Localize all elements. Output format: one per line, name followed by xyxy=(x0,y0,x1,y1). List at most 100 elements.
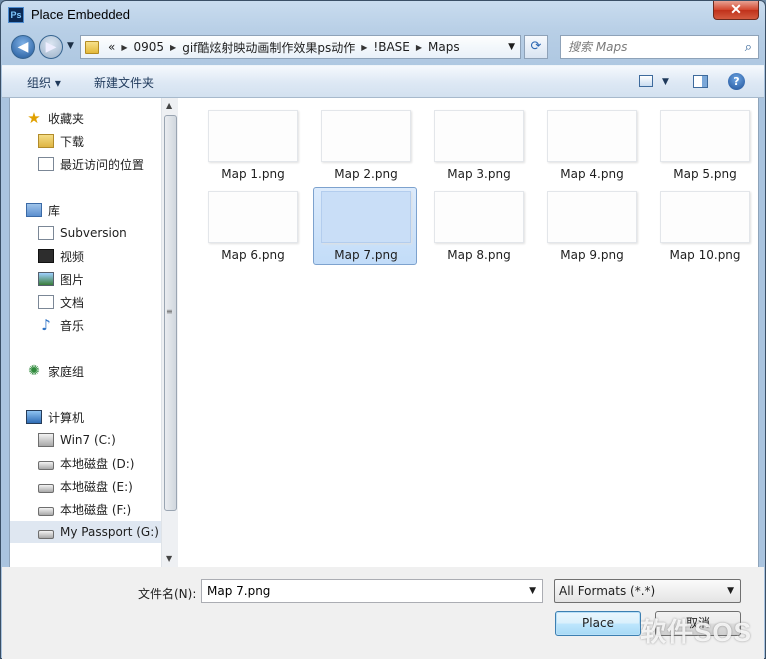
place-button[interactable]: Place xyxy=(555,611,641,636)
nav-item[interactable]: 下载 xyxy=(10,130,161,152)
drive-icon xyxy=(38,506,54,516)
nav-item-label: My Passport (G:) xyxy=(60,525,159,539)
nav-item[interactable]: Subversion xyxy=(10,222,161,244)
document-icon xyxy=(38,226,54,240)
file-item[interactable]: Map 2.png xyxy=(313,106,417,184)
address-dropdown-icon[interactable]: ▼ xyxy=(503,42,520,52)
nav-item-label: 文档 xyxy=(60,295,85,310)
file-format-value: All Formats (*.*) xyxy=(559,584,656,598)
nav-item-label: 本地磁盘 (D:) xyxy=(60,456,135,471)
chevron-right-icon[interactable]: ▶ xyxy=(413,43,425,52)
nav-item[interactable]: 文档 xyxy=(10,291,161,313)
file-thumbnail xyxy=(208,110,298,162)
change-view-icon[interactable] xyxy=(639,75,653,87)
nav-item[interactable]: 库 xyxy=(10,199,161,221)
scroll-up-icon[interactable]: ▲ xyxy=(166,101,172,110)
chevron-right-icon[interactable]: ▶ xyxy=(358,43,370,52)
video-icon xyxy=(38,249,54,263)
close-button[interactable]: ✕ xyxy=(713,1,759,20)
nav-item-label: 本地磁盘 (F:) xyxy=(60,502,132,517)
file-name: Map 2.png xyxy=(334,167,398,181)
format-dropdown-icon[interactable]: ▼ xyxy=(727,586,734,596)
nav-item[interactable]: 本地磁盘 (E:) xyxy=(10,475,161,497)
file-thumbnail xyxy=(434,110,524,162)
nav-item[interactable]: ♪ 音乐 xyxy=(10,314,161,336)
file-item[interactable]: Map 3.png xyxy=(426,106,530,184)
nav-item-label: 视频 xyxy=(60,249,85,264)
navigation-scrollbar[interactable]: ▲ ≡ ▼ xyxy=(161,98,178,567)
search-icon[interactable]: ⌕ xyxy=(745,40,752,55)
file-format-select[interactable]: All Formats (*.*) ▼ xyxy=(554,579,741,603)
nav-item-label: 收藏夹 xyxy=(48,111,85,126)
refresh-button[interactable]: ⟳ xyxy=(524,35,548,59)
nav-item[interactable]: My Passport (G:) xyxy=(10,521,161,543)
nav-item-label: Subversion xyxy=(60,226,127,240)
music-icon: ♪ xyxy=(41,316,51,334)
nav-item[interactable]: ★ 收藏夹 xyxy=(10,107,161,129)
organize-button[interactable]: 组织 ▾ xyxy=(27,74,61,91)
file-thumbnail xyxy=(321,191,411,243)
nav-item-label: 图片 xyxy=(60,272,85,287)
folder-icon xyxy=(85,40,99,54)
drive-icon xyxy=(38,529,54,539)
search-input[interactable] xyxy=(566,39,736,55)
command-toolbar: 组织 ▾ 新建文件夹 ▼ ? xyxy=(2,65,764,98)
breadcrumb-overflow[interactable]: « xyxy=(105,40,118,54)
view-options-dropdown-icon[interactable]: ▼ xyxy=(662,77,669,87)
breadcrumb-base[interactable]: !BASE xyxy=(370,40,412,54)
search-box[interactable]: ⌕ xyxy=(560,35,759,59)
nav-item[interactable]: 最近访问的位置 xyxy=(10,153,161,175)
navigation-pane: ★ 收藏夹下载 最近访问的位置库 Subversion 视频图片文档 ♪ 音乐 ✺ 家庭组计算机… xyxy=(10,98,161,567)
file-item[interactable]: Map 7.png xyxy=(313,187,417,265)
file-thumbnail xyxy=(547,191,637,243)
file-item[interactable]: Map 5.png xyxy=(652,106,756,184)
file-item[interactable]: Map 10.png xyxy=(652,187,756,265)
nav-item[interactable]: 图片 xyxy=(10,268,161,290)
preview-pane-icon[interactable] xyxy=(693,75,708,88)
file-thumbnail xyxy=(208,191,298,243)
chevron-right-icon[interactable]: ▶ xyxy=(118,43,130,52)
filename-input[interactable] xyxy=(205,583,515,599)
breadcrumb-0905[interactable]: 0905 xyxy=(131,40,168,54)
filename-combobox[interactable]: ▼ xyxy=(201,579,543,603)
filename-dropdown-icon[interactable]: ▼ xyxy=(529,586,536,596)
star-icon: ★ xyxy=(27,109,41,127)
dialog-footer: 文件名(N): ▼ All Formats (*.*) ▼ Place 取消 软… xyxy=(2,567,764,659)
system-drive-icon xyxy=(38,433,54,447)
navigation-row: ◀ ▶ ▼ « ▶ 0905 ▶ gif酷炫射映动画制作效果ps动作 ▶ !BA… xyxy=(1,31,765,63)
nav-item-label: 本地磁盘 (E:) xyxy=(60,479,133,494)
breadcrumb-gif-folder[interactable]: gif酷炫射映动画制作效果ps动作 xyxy=(179,39,358,56)
nav-item[interactable]: ✺ 家庭组 xyxy=(10,360,161,382)
forward-arrow-icon: ▶ xyxy=(45,39,57,55)
file-item[interactable]: Map 1.png xyxy=(200,106,304,184)
breadcrumb-maps[interactable]: Maps xyxy=(425,40,463,54)
forward-button[interactable]: ▶ xyxy=(39,35,63,59)
file-name: Map 7.png xyxy=(334,248,398,262)
recent-pages-dropdown[interactable]: ▼ xyxy=(67,41,74,51)
nav-item[interactable]: 本地磁盘 (D:) xyxy=(10,452,161,474)
chevron-right-icon[interactable]: ▶ xyxy=(167,43,179,52)
place-embedded-dialog: Ps Place Embedded ✕ ◀ ▶ ▼ « ▶ 0905 ▶ gif… xyxy=(0,0,766,659)
watermark-logo: 软件SOS xyxy=(640,617,752,647)
help-icon[interactable]: ? xyxy=(728,73,745,90)
nav-item[interactable]: Win7 (C:) xyxy=(10,429,161,451)
file-item[interactable]: Map 8.png xyxy=(426,187,530,265)
scroll-down-icon[interactable]: ▼ xyxy=(166,554,172,563)
file-item[interactable]: Map 6.png xyxy=(200,187,304,265)
back-button[interactable]: ◀ xyxy=(11,35,35,59)
file-item[interactable]: Map 4.png xyxy=(539,106,643,184)
file-item[interactable]: Map 9.png xyxy=(539,187,643,265)
nav-item[interactable]: 计算机 xyxy=(10,406,161,428)
nav-item-label: 家庭组 xyxy=(48,364,85,379)
address-bar[interactable]: « ▶ 0905 ▶ gif酷炫射映动画制作效果ps动作 ▶ !BASE ▶ M… xyxy=(80,35,521,59)
nav-item-label: Win7 (C:) xyxy=(60,433,116,447)
title-bar[interactable]: Ps Place Embedded ✕ xyxy=(1,1,765,31)
file-name: Map 9.png xyxy=(560,248,624,262)
new-folder-button[interactable]: 新建文件夹 xyxy=(94,74,154,91)
file-name: Map 8.png xyxy=(447,248,511,262)
file-name: Map 5.png xyxy=(673,167,737,181)
file-name: Map 3.png xyxy=(447,167,511,181)
nav-item[interactable]: 视频 xyxy=(10,245,161,267)
drive-icon xyxy=(38,460,54,470)
nav-item[interactable]: 本地磁盘 (F:) xyxy=(10,498,161,520)
